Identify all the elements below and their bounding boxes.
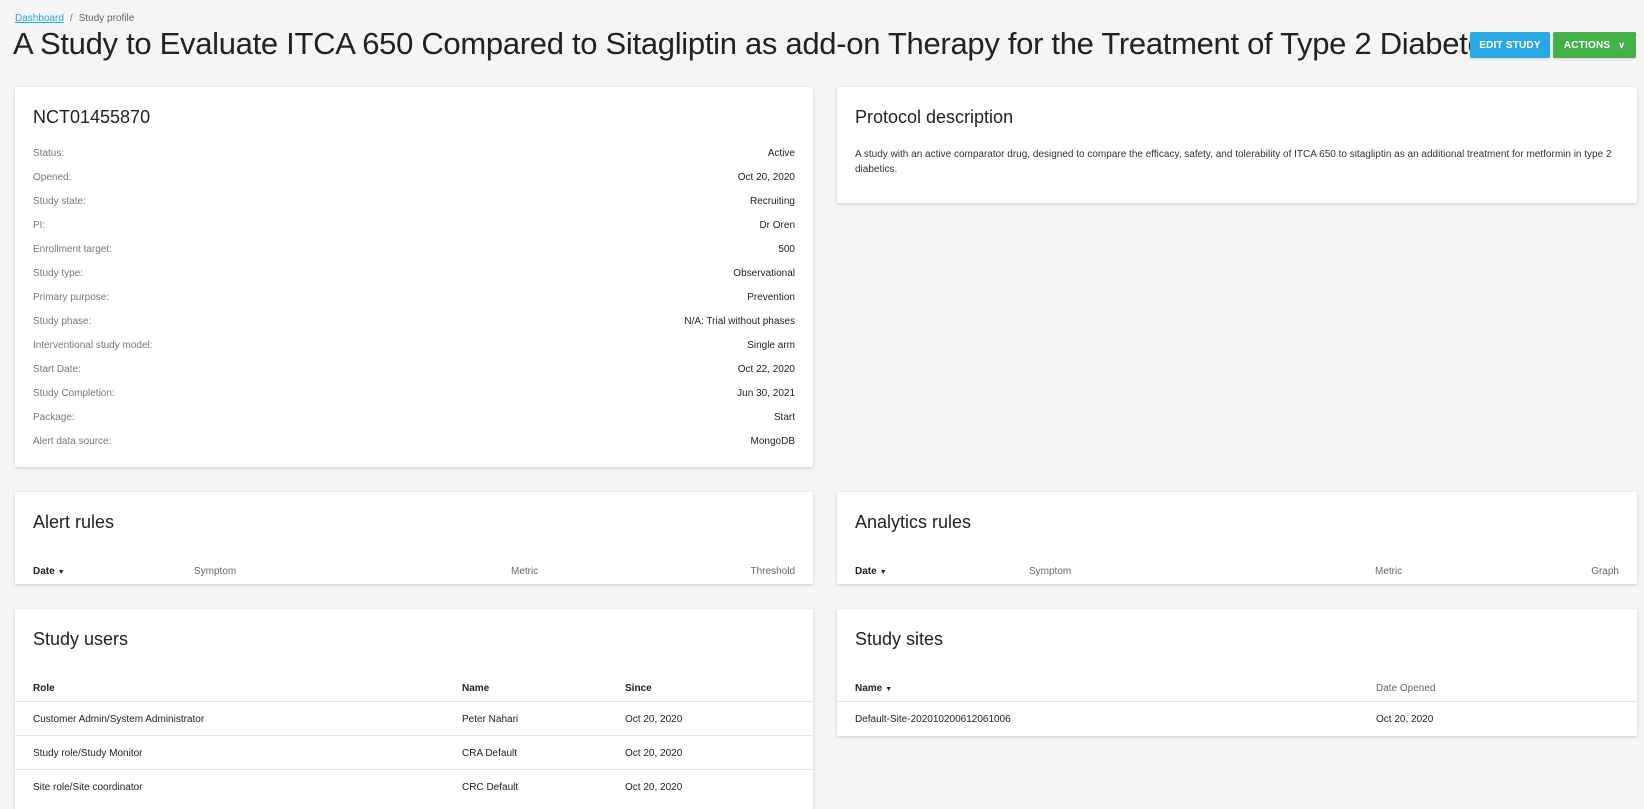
sort-down-icon: ▼ bbox=[57, 569, 65, 576]
field-label: Interventional study model: bbox=[33, 340, 153, 351]
column-header-date[interactable]: Date ▼ bbox=[33, 566, 65, 577]
field-value: Single arm bbox=[747, 340, 795, 351]
user-name: CRC Default bbox=[462, 782, 519, 793]
field-value: Oct 22, 2020 bbox=[737, 364, 795, 375]
column-header-since[interactable]: Since bbox=[625, 683, 652, 694]
site-name: Default-Site-202010200612061006 bbox=[855, 714, 1011, 725]
field-study-phase: Study phase: N/A: Trial without phases bbox=[33, 316, 795, 340]
column-header-symptom[interactable]: Symptom bbox=[194, 566, 236, 577]
field-status: Status: Active bbox=[33, 148, 795, 172]
field-value: Recruiting bbox=[749, 196, 795, 207]
study-sites-title: Study sites bbox=[855, 629, 944, 649]
field-value: MongoDB bbox=[750, 436, 795, 447]
page-title: A Study to Evaluate ITCA 650 Compared to… bbox=[13, 26, 1500, 61]
field-value: N/A: Trial without phases bbox=[684, 316, 795, 327]
user-role: Study role/Study Monitor bbox=[33, 748, 143, 759]
sort-down-icon: ▼ bbox=[885, 686, 893, 693]
field-value: Dr Oren bbox=[759, 220, 795, 231]
field-value: Active bbox=[767, 148, 795, 159]
chevron-down-icon: ∨ bbox=[1618, 39, 1626, 50]
field-label: Study state: bbox=[33, 196, 86, 207]
user-name: CRA Default bbox=[462, 748, 518, 759]
field-package: Package: Start bbox=[33, 412, 795, 436]
field-label: Package: bbox=[33, 412, 75, 423]
column-header-metric[interactable]: Metric bbox=[1375, 566, 1402, 577]
field-start-date: Start Date: Oct 22, 2020 bbox=[33, 364, 795, 388]
protocol-title: Protocol description bbox=[855, 107, 1014, 127]
field-label: Study Completion: bbox=[33, 388, 115, 399]
field-label: Study type: bbox=[33, 268, 84, 279]
study-id-title: NCT01455870 bbox=[33, 107, 151, 127]
field-value: Start bbox=[773, 412, 795, 423]
field-interventional-model: Interventional study model: Single arm bbox=[33, 340, 795, 364]
user-role: Site role/Site coordinator bbox=[33, 782, 143, 793]
table-row[interactable]: Site role/Site coordinator CRC Default O… bbox=[15, 769, 813, 804]
field-label: Primary purpose: bbox=[33, 292, 110, 303]
field-pi: PI: Dr Oren bbox=[33, 220, 795, 244]
breadcrumb: Dashboard / Study profile bbox=[15, 13, 134, 24]
column-header-symptom[interactable]: Symptom bbox=[1029, 566, 1071, 577]
site-date-opened: Oct 20, 2020 bbox=[1376, 714, 1434, 725]
field-alert-data-source: Alert data source: MongoDB bbox=[33, 436, 795, 460]
breadcrumb-current: Study profile bbox=[78, 13, 135, 24]
column-header-name[interactable]: Name bbox=[462, 683, 489, 694]
sort-down-icon: ▼ bbox=[879, 569, 887, 576]
study-users-card: Study users Role Name Since Customer Adm… bbox=[15, 609, 813, 809]
column-header-date[interactable]: Date ▼ bbox=[855, 566, 887, 577]
edit-study-label: EDIT STUDY bbox=[1479, 39, 1541, 51]
table-row[interactable]: Study role/Study Monitor CRA Default Oct… bbox=[15, 735, 813, 770]
field-label: Status: bbox=[33, 148, 65, 159]
field-value: Oct 20, 2020 bbox=[737, 172, 795, 183]
edit-study-button[interactable]: EDIT STUDY bbox=[1470, 32, 1550, 58]
field-label: Opened: bbox=[33, 172, 72, 183]
user-since: Oct 20, 2020 bbox=[625, 714, 683, 725]
column-header-graph[interactable]: Graph bbox=[1591, 566, 1619, 577]
column-label: Date bbox=[33, 566, 55, 577]
field-value: Jun 30, 2021 bbox=[737, 388, 795, 399]
field-label: Study phase: bbox=[33, 316, 92, 327]
study-sites-card: Study sites Name ▼ Date Opened Default-Si… bbox=[837, 609, 1637, 736]
field-label: Start Date: bbox=[33, 364, 81, 375]
field-study-type: Study type: Observational bbox=[33, 268, 795, 292]
protocol-description-card: Protocol description A study with an act… bbox=[837, 87, 1637, 203]
column-header-role[interactable]: Role bbox=[33, 683, 55, 694]
protocol-text: A study with an active comparator drug, … bbox=[855, 149, 1612, 175]
field-study-state: Study state: Recruiting bbox=[33, 196, 795, 220]
field-enrollment-target: Enrollment target: 500 bbox=[33, 244, 795, 268]
field-label: PI: bbox=[33, 220, 46, 231]
field-label: Enrollment target: bbox=[33, 244, 112, 255]
breadcrumb-separator: / bbox=[69, 13, 73, 24]
actions-label: ACTIONS bbox=[1563, 39, 1611, 51]
user-since: Oct 20, 2020 bbox=[625, 748, 683, 759]
user-name: Peter Nahari bbox=[462, 714, 519, 725]
alert-rules-title: Alert rules bbox=[33, 512, 115, 532]
field-label: Alert data source: bbox=[33, 436, 112, 447]
table-row[interactable]: Customer Admin/System Administrator Pete… bbox=[15, 701, 813, 736]
field-study-completion: Study Completion: Jun 30, 2021 bbox=[33, 388, 795, 412]
column-label: Date bbox=[855, 566, 877, 577]
analytics-rules-card: Analytics rules Date ▼ Symptom Metric Gra… bbox=[837, 492, 1637, 584]
column-header-date-opened[interactable]: Date Opened bbox=[1376, 683, 1436, 694]
actions-button[interactable]: ACTIONS ∨ bbox=[1553, 32, 1636, 58]
study-users-title: Study users bbox=[33, 629, 129, 649]
breadcrumb-dashboard-link[interactable]: Dashboard bbox=[15, 13, 64, 24]
column-header-threshold[interactable]: Threshold bbox=[751, 566, 795, 577]
study-details-card: NCT01455870 Status: Active Opened: Oct 20,… bbox=[15, 87, 813, 467]
column-header-metric[interactable]: Metric bbox=[511, 566, 538, 577]
analytics-rules-title: Analytics rules bbox=[855, 512, 972, 532]
field-value: Prevention bbox=[747, 292, 795, 303]
user-role: Customer Admin/System Administrator bbox=[33, 714, 205, 725]
field-primary-purpose: Primary purpose: Prevention bbox=[33, 292, 795, 316]
field-value: Observational bbox=[733, 268, 795, 279]
field-value: 500 bbox=[778, 244, 795, 255]
field-opened: Opened: Oct 20, 2020 bbox=[33, 172, 795, 196]
column-header-name[interactable]: Name ▼ bbox=[855, 683, 892, 694]
column-label: Name bbox=[855, 683, 883, 694]
alert-rules-card: Alert rules Date ▼ Symptom Metric Thresho… bbox=[15, 492, 813, 584]
user-since: Oct 20, 2020 bbox=[625, 782, 683, 793]
table-row[interactable]: Default-Site-202010200612061006 Oct 20, … bbox=[837, 701, 1637, 736]
